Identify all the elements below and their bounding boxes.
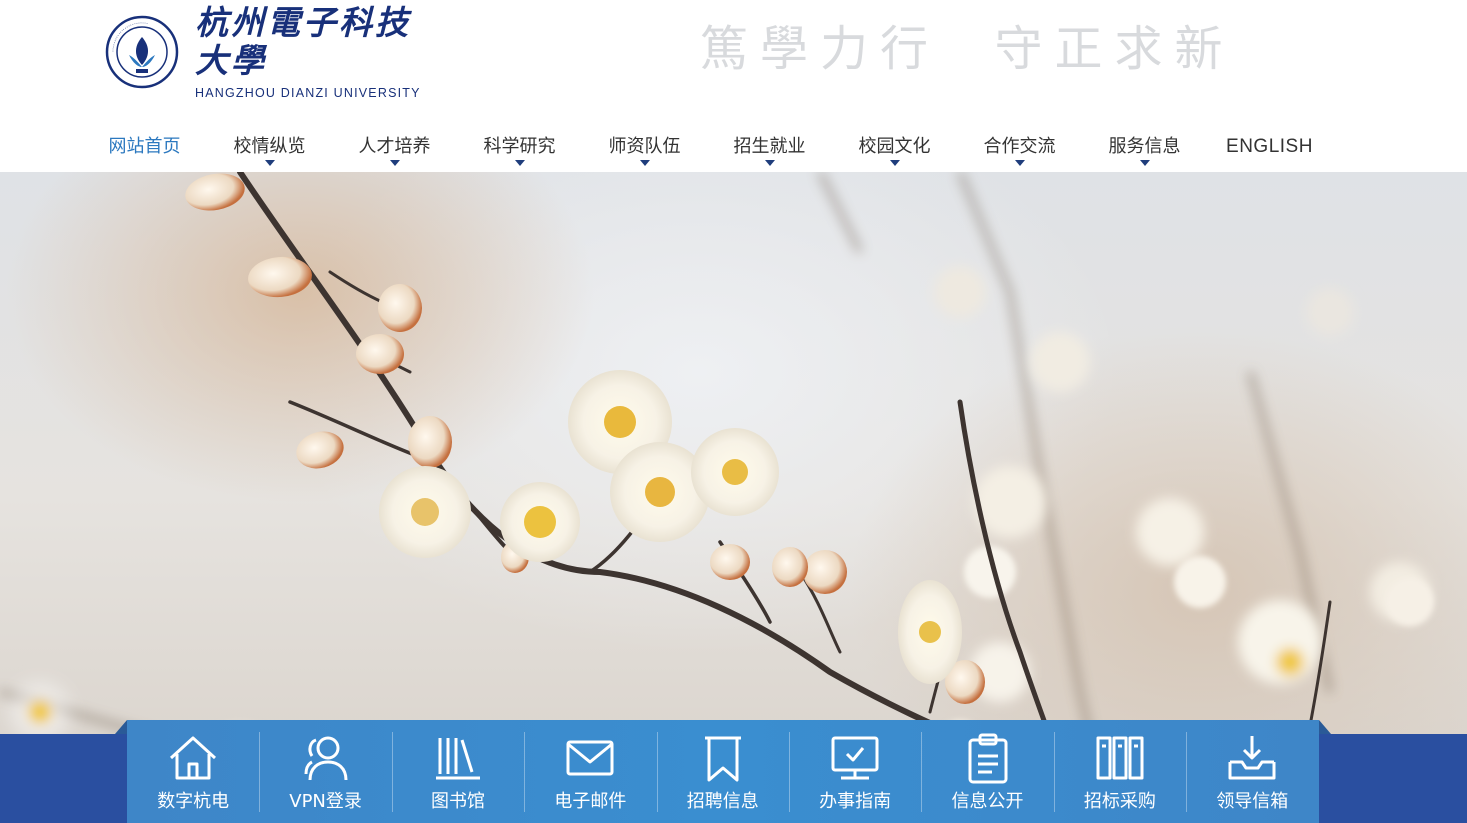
- caret-down-icon: [764, 160, 775, 166]
- caret-down-icon: [889, 160, 900, 166]
- quicklink-digital-hdu[interactable]: 数字杭电: [127, 720, 259, 823]
- quicklink-label: 电子邮件: [554, 791, 627, 812]
- nav-item-cooperation[interactable]: 合作交流: [957, 126, 1082, 172]
- nav-label: 合作交流: [983, 136, 1056, 157]
- quicklink-label: 图书馆: [430, 791, 485, 812]
- nav-item-home[interactable]: 网站首页: [82, 126, 207, 172]
- quicklink-library[interactable]: 图书馆: [391, 720, 524, 823]
- nav-item-english[interactable]: ENGLISH: [1207, 126, 1332, 172]
- home-icon: [170, 736, 217, 780]
- quicklink-label: VPN登录: [289, 791, 362, 812]
- monitor-icon: [831, 736, 879, 780]
- quicklink-label: 数字杭电: [157, 791, 230, 812]
- university-name-cn: 杭州電子科技大學: [195, 3, 411, 80]
- quicklink-label: 领导信箱: [1216, 791, 1289, 812]
- users-icon: [304, 736, 348, 781]
- caret-down-icon: [264, 160, 275, 166]
- quicklink-leader-mailbox[interactable]: 领导信箱: [1186, 720, 1318, 823]
- nav-item-campus-culture[interactable]: 校园文化: [832, 126, 957, 172]
- main-nav: 网站首页 校情纵览 人才培养 科学研究 师资队伍 招生就业 校园文化 合作交流 …: [82, 126, 1332, 172]
- quicklink-vpn-login[interactable]: VPN登录: [259, 720, 391, 823]
- quicklink-info-disclosure[interactable]: 信息公开: [921, 720, 1053, 823]
- university-seal-icon: ·························: [105, 15, 179, 89]
- bookmark-icon: [704, 736, 741, 782]
- caret-down-icon: [1139, 160, 1150, 166]
- nav-label: 网站首页: [108, 136, 181, 157]
- quicklink-label: 招标采购: [1083, 791, 1156, 812]
- nav-label: ENGLISH: [1226, 136, 1313, 157]
- caret-down-icon: [1014, 160, 1025, 166]
- quicklink-label: 信息公开: [951, 791, 1024, 812]
- site-header: ························· 杭州電子科技大學 HANGZ…: [0, 0, 1467, 172]
- nav-item-admissions[interactable]: 招生就业: [707, 126, 832, 172]
- page: ························· 杭州電子科技大學 HANGZ…: [0, 0, 1467, 823]
- university-logo[interactable]: ························· 杭州電子科技大學 HANGZ…: [105, 4, 445, 100]
- quicklinks-bar: 数字杭电 VPN登录 图书馆 电子邮件 招聘信息 办事指南 信息公开 招标采购 …: [115, 720, 1331, 823]
- quicklink-label: 招聘信息: [686, 791, 759, 812]
- nav-item-faculty[interactable]: 师资队伍: [582, 126, 707, 172]
- quicklink-bidding[interactable]: 招标采购: [1053, 720, 1186, 823]
- mail-icon: [566, 740, 614, 776]
- books-icon: [435, 738, 480, 780]
- nav-label: 师资队伍: [608, 136, 681, 157]
- binders-icon: [1096, 736, 1144, 780]
- quicklink-label: 办事指南: [819, 791, 892, 812]
- inbox-icon: [1228, 736, 1276, 780]
- nav-item-education[interactable]: 人才培养: [332, 126, 457, 172]
- nav-label: 校情纵览: [233, 136, 306, 157]
- nav-item-research[interactable]: 科学研究: [457, 126, 582, 172]
- nav-item-services[interactable]: 服务信息: [1082, 126, 1207, 172]
- quicklink-service-guide[interactable]: 办事指南: [788, 720, 921, 823]
- nav-label: 校园文化: [858, 136, 931, 157]
- nav-label: 科学研究: [483, 136, 556, 157]
- caret-down-icon: [389, 160, 400, 166]
- quicklink-recruitment[interactable]: 招聘信息: [656, 720, 789, 823]
- nav-label: 人才培养: [358, 136, 431, 157]
- caret-down-icon: [639, 160, 650, 166]
- caret-down-icon: [514, 160, 525, 166]
- quicklink-email[interactable]: 电子邮件: [524, 720, 656, 823]
- nav-item-about[interactable]: 校情纵览: [207, 126, 332, 172]
- clipboard-icon: [968, 733, 1008, 784]
- school-motto: 篤學力行 守正求新: [700, 21, 1235, 77]
- university-name-en: HANGZHOU DIANZI UNIVERSITY: [195, 86, 421, 100]
- nav-label: 服务信息: [1108, 136, 1181, 157]
- nav-label: 招生就业: [733, 136, 806, 157]
